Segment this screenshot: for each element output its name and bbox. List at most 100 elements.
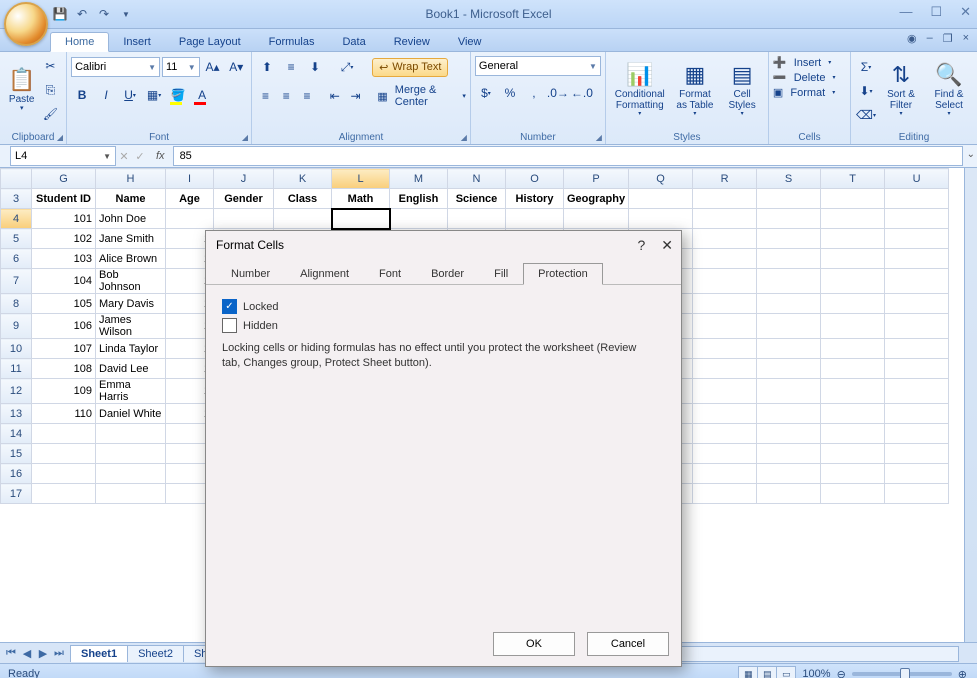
cell[interactable] (757, 464, 821, 484)
cell[interactable] (693, 189, 757, 209)
italic-button[interactable]: I (95, 84, 117, 106)
cell[interactable] (821, 189, 885, 209)
cell[interactable] (693, 404, 757, 424)
decrease-decimal-button[interactable]: ←.0 (571, 82, 593, 104)
tab-review[interactable]: Review (380, 33, 444, 51)
delete-cells-button[interactable]: ➖ Delete ▾ (773, 71, 846, 84)
cell[interactable] (757, 444, 821, 464)
cell[interactable]: 103 (32, 249, 96, 269)
dialog-tab-alignment[interactable]: Alignment (285, 263, 364, 284)
cell[interactable] (96, 484, 166, 504)
page-layout-view-button[interactable]: ▤ (758, 667, 777, 678)
sort-filter-button[interactable]: ⇅Sort & Filter▾ (877, 54, 925, 126)
col-header[interactable]: G (32, 169, 96, 189)
align-bottom-button[interactable]: ⬇ (304, 56, 326, 78)
cell[interactable] (693, 249, 757, 269)
cell[interactable]: Math (332, 189, 390, 209)
cell[interactable] (693, 484, 757, 504)
dialog-tab-number[interactable]: Number (216, 263, 285, 284)
cell[interactable] (821, 379, 885, 404)
cell[interactable] (821, 209, 885, 229)
cell[interactable] (757, 339, 821, 359)
page-break-view-button[interactable]: ▭ (777, 667, 795, 678)
row-header[interactable]: 4 (1, 209, 32, 229)
cut-button[interactable]: ✂ (39, 55, 61, 77)
cell[interactable] (757, 359, 821, 379)
row-header[interactable]: 17 (1, 484, 32, 504)
cell[interactable] (693, 339, 757, 359)
dialog-launcher-icon[interactable]: ◢ (242, 133, 248, 142)
dialog-tab-fill[interactable]: Fill (479, 263, 523, 284)
doc-restore-button[interactable]: ❐ (943, 32, 953, 45)
cell[interactable]: Daniel White (96, 404, 166, 424)
cell[interactable] (32, 464, 96, 484)
cell[interactable] (821, 229, 885, 249)
cell[interactable] (96, 444, 166, 464)
font-color-button[interactable]: A (191, 84, 213, 106)
dialog-launcher-icon[interactable]: ◢ (461, 133, 467, 142)
vertical-scrollbar[interactable] (964, 168, 977, 642)
col-header[interactable]: M (390, 169, 448, 189)
cell[interactable] (821, 444, 885, 464)
cell[interactable] (821, 249, 885, 269)
cell[interactable] (757, 269, 821, 294)
cell[interactable]: Linda Taylor (96, 339, 166, 359)
cell[interactable]: 110 (32, 404, 96, 424)
cell[interactable] (821, 359, 885, 379)
minimize-button[interactable]: — (899, 4, 912, 20)
cell-styles-button[interactable]: ▤Cell Styles▾ (720, 54, 764, 126)
select-all-button[interactable] (1, 169, 32, 189)
cell[interactable]: Bob Johnson (96, 269, 166, 294)
cell[interactable]: 109 (32, 379, 96, 404)
merge-center-button[interactable]: ▦ Merge & Center ▾ (377, 84, 466, 108)
cell[interactable]: James Wilson (96, 314, 166, 339)
last-sheet-button[interactable]: ⏭ (52, 647, 66, 660)
dialog-close-button[interactable]: ✕ (661, 237, 673, 254)
conditional-formatting-button[interactable]: 📊Conditional Formatting▾ (610, 54, 670, 126)
redo-icon[interactable]: ↷ (96, 6, 112, 22)
cell[interactable] (821, 484, 885, 504)
cell[interactable] (885, 359, 949, 379)
align-right-button[interactable]: ≡ (298, 85, 317, 107)
grow-font-button[interactable]: A▴ (202, 56, 224, 78)
row-header[interactable]: 11 (1, 359, 32, 379)
help-icon[interactable]: ◉ (907, 32, 917, 45)
col-header[interactable]: T (821, 169, 885, 189)
cell[interactable]: 101 (32, 209, 96, 229)
row-header[interactable]: 8 (1, 294, 32, 314)
cell[interactable] (96, 424, 166, 444)
percent-button[interactable]: % (499, 82, 521, 104)
cell[interactable] (757, 249, 821, 269)
cell[interactable] (32, 424, 96, 444)
autosum-button[interactable]: Σ▾ (855, 56, 877, 78)
cancel-button[interactable]: Cancel (587, 632, 669, 656)
cell[interactable] (693, 379, 757, 404)
cell[interactable]: 106 (32, 314, 96, 339)
col-header[interactable]: P (564, 169, 629, 189)
fill-color-button[interactable]: 🪣 (167, 84, 189, 106)
dialog-tab-font[interactable]: Font (364, 263, 416, 284)
cell[interactable] (693, 444, 757, 464)
row-header[interactable]: 16 (1, 464, 32, 484)
expand-formula-bar-icon[interactable]: ⌄ (967, 149, 975, 160)
cell[interactable]: 107 (32, 339, 96, 359)
row-header[interactable]: 12 (1, 379, 32, 404)
cell[interactable]: David Lee (96, 359, 166, 379)
cell[interactable]: 108 (32, 359, 96, 379)
cell[interactable]: John Doe (96, 209, 166, 229)
align-left-button[interactable]: ≡ (256, 85, 275, 107)
paste-button[interactable]: 📋Paste▾ (4, 54, 39, 126)
cell[interactable] (821, 269, 885, 294)
cell[interactable] (448, 209, 506, 229)
font-size-select[interactable]: 11▼ (162, 57, 200, 77)
cell[interactable] (693, 314, 757, 339)
wrap-text-button[interactable]: ↩Wrap Text (372, 58, 448, 77)
border-button[interactable]: ▦▾ (143, 84, 165, 106)
dialog-launcher-icon[interactable]: ◢ (596, 133, 602, 142)
sheet-tab-1[interactable]: Sheet1 (70, 645, 128, 662)
cell[interactable]: 104 (32, 269, 96, 294)
next-sheet-button[interactable]: ▶ (36, 647, 50, 660)
row-header[interactable]: 10 (1, 339, 32, 359)
comma-button[interactable]: , (523, 82, 545, 104)
cell[interactable] (821, 314, 885, 339)
